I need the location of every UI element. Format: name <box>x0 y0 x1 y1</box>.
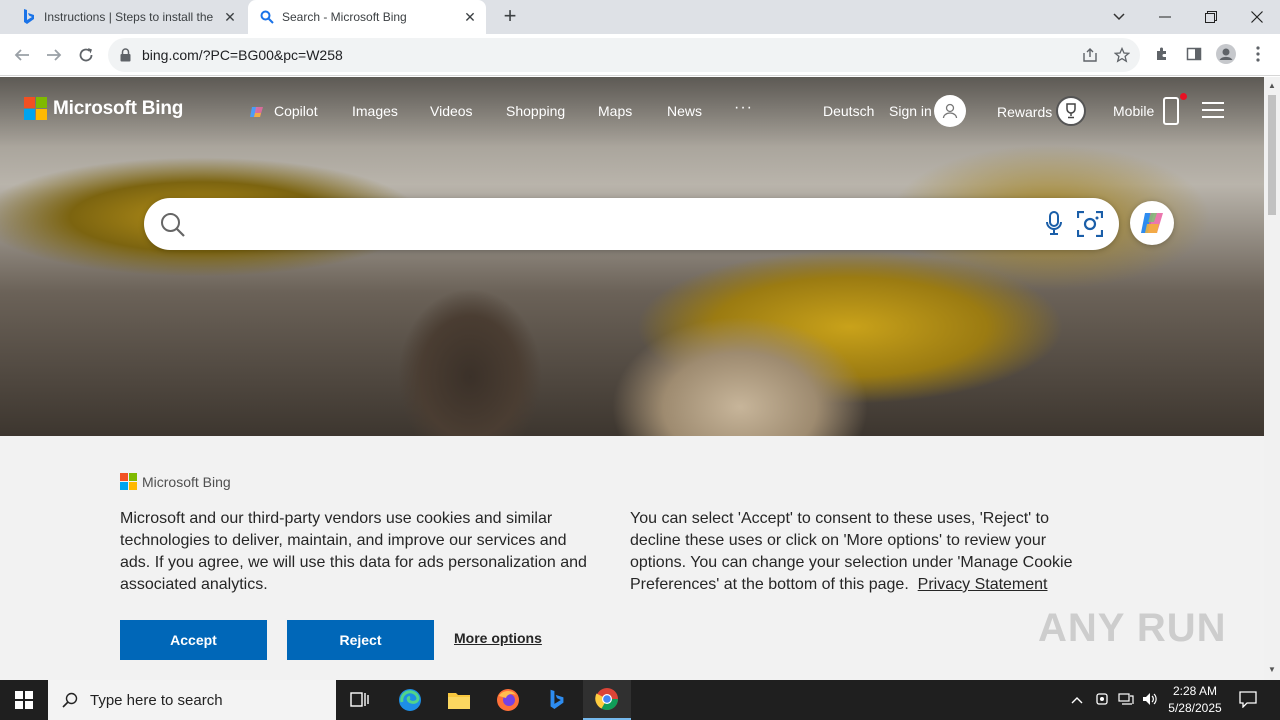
nav-maps[interactable]: Maps <box>598 103 632 119</box>
file-explorer-icon[interactable] <box>435 680 483 720</box>
nav-images[interactable]: Images <box>352 103 398 119</box>
nav-more[interactable]: ··· <box>734 99 753 117</box>
tab-instructions[interactable]: Instructions | Steps to install the ✕ <box>12 0 246 34</box>
signin-link[interactable]: Sign in <box>889 103 932 119</box>
minimize-button[interactable] <box>1142 0 1188 34</box>
nav-shopping[interactable]: Shopping <box>506 103 565 119</box>
accept-button[interactable]: Accept <box>120 620 267 660</box>
extensions-icon[interactable] <box>1152 44 1172 64</box>
copilot-button[interactable] <box>1130 201 1174 245</box>
search-icon[interactable] <box>160 212 186 238</box>
microsoft-logo-icon <box>120 473 137 490</box>
user-avatar-icon[interactable] <box>934 95 966 127</box>
mobile-phone-icon[interactable] <box>1163 97 1179 125</box>
bing-favicon-icon <box>24 9 34 24</box>
forward-button[interactable] <box>42 43 66 67</box>
nav-videos[interactable]: Videos <box>430 103 473 119</box>
notification-dot <box>1180 93 1187 100</box>
notifications-icon[interactable] <box>1239 690 1257 711</box>
cookie-logo-text: Microsoft Bing <box>142 473 231 490</box>
windows-logo-icon <box>15 691 33 709</box>
scroll-down-arrow-icon[interactable]: ▼ <box>1268 665 1276 674</box>
start-button[interactable] <box>0 680 48 720</box>
scroll-thumb[interactable] <box>1268 95 1276 215</box>
tab-title: Instructions | Steps to install the <box>44 10 214 24</box>
clock-date: 5/28/2025 <box>1168 701 1222 715</box>
profile-icon[interactable] <box>1216 44 1236 64</box>
task-view-icon[interactable] <box>336 680 384 720</box>
volume-icon[interactable] <box>1142 692 1158 709</box>
bing-page: Microsoft Bing Copilot Images Videos Sho… <box>0 77 1264 680</box>
cookie-consent-banner: Microsoft Bing Microsoft and our third-p… <box>0 436 1264 680</box>
new-tab-button[interactable]: + <box>498 5 522 29</box>
close-tab-icon[interactable]: ✕ <box>462 9 478 25</box>
visual-search-icon[interactable] <box>1077 211 1103 237</box>
page-scrollbar[interactable]: ▲ ▼ <box>1264 77 1280 680</box>
clock-time: 2:28 AM <box>1172 684 1218 698</box>
mobile-link[interactable]: Mobile <box>1113 103 1154 119</box>
url-text: bing.com/?PC=BG00&pc=W258 <box>142 47 343 63</box>
bing-logo[interactable]: Microsoft Bing <box>24 97 183 120</box>
cookie-bing-logo: Microsoft Bing <box>120 473 231 490</box>
scroll-up-arrow-icon[interactable]: ▲ <box>1268 81 1276 90</box>
rewards-link[interactable]: Rewards <box>997 104 1052 120</box>
close-window-button[interactable] <box>1234 0 1280 34</box>
side-panel-icon[interactable] <box>1184 44 1204 64</box>
more-options-link[interactable]: More options <box>454 630 542 646</box>
search-box[interactable] <box>144 198 1119 250</box>
meet-now-icon[interactable] <box>1096 692 1110 709</box>
taskbar-search-text: Type here to search <box>90 691 223 709</box>
reject-button[interactable]: Reject <box>287 620 434 660</box>
firefox-icon[interactable] <box>484 680 532 720</box>
search-icon <box>62 692 78 708</box>
edge-browser-icon[interactable] <box>386 680 434 720</box>
hamburger-menu-icon[interactable] <box>1202 102 1224 118</box>
copilot-nav-icon <box>249 104 265 125</box>
lock-icon[interactable] <box>120 48 131 62</box>
search-favicon-icon <box>260 10 274 24</box>
address-bar[interactable]: bing.com/?PC=BG00&pc=W258 <box>108 38 1140 72</box>
tab-search-chevron-icon[interactable] <box>1096 0 1142 34</box>
cookie-description: Microsoft and our third-party vendors us… <box>120 510 587 593</box>
chrome-icon[interactable] <box>583 680 631 720</box>
cookie-options-description: You can select 'Accept' to consent to th… <box>630 508 1080 596</box>
menu-kebab-icon[interactable] <box>1248 44 1268 64</box>
taskbar-search-box[interactable]: Type here to search <box>48 680 336 720</box>
bing-logo-text: Microsoft Bing <box>53 97 184 119</box>
windows-taskbar: Type here to search 2:28 AM 5/28/2025 <box>0 680 1280 720</box>
copilot-icon <box>1141 213 1163 233</box>
browser-toolbar: bing.com/?PC=BG00&pc=W258 <box>0 34 1280 76</box>
reload-button[interactable] <box>74 43 98 67</box>
anyrun-watermark: ANY RUN <box>1038 606 1227 650</box>
nav-news[interactable]: News <box>667 103 702 119</box>
nav-copilot[interactable]: Copilot <box>274 103 318 119</box>
microsoft-logo-icon <box>24 97 47 120</box>
search-input[interactable] <box>196 208 1016 240</box>
browser-tab-strip: Instructions | Steps to install the ✕ Se… <box>0 0 1280 34</box>
close-tab-icon[interactable]: ✕ <box>222 9 238 25</box>
language-link[interactable]: Deutsch <box>823 103 874 119</box>
back-button[interactable] <box>10 43 34 67</box>
bing-app-icon[interactable] <box>533 680 581 720</box>
tab-bing-search[interactable]: Search - Microsoft Bing ✕ <box>248 0 486 34</box>
share-icon[interactable] <box>1080 45 1100 65</box>
bookmark-star-icon[interactable] <box>1112 45 1132 65</box>
restore-button[interactable] <box>1188 0 1234 34</box>
network-icon[interactable] <box>1118 692 1134 709</box>
privacy-statement-link[interactable]: Privacy Statement <box>918 576 1048 593</box>
tab-title: Search - Microsoft Bing <box>282 10 407 24</box>
taskbar-clock[interactable]: 2:28 AM 5/28/2025 <box>1160 683 1230 717</box>
microphone-icon[interactable] <box>1045 211 1063 237</box>
tray-chevron-icon[interactable] <box>1071 692 1083 707</box>
rewards-trophy-icon[interactable] <box>1056 96 1086 126</box>
